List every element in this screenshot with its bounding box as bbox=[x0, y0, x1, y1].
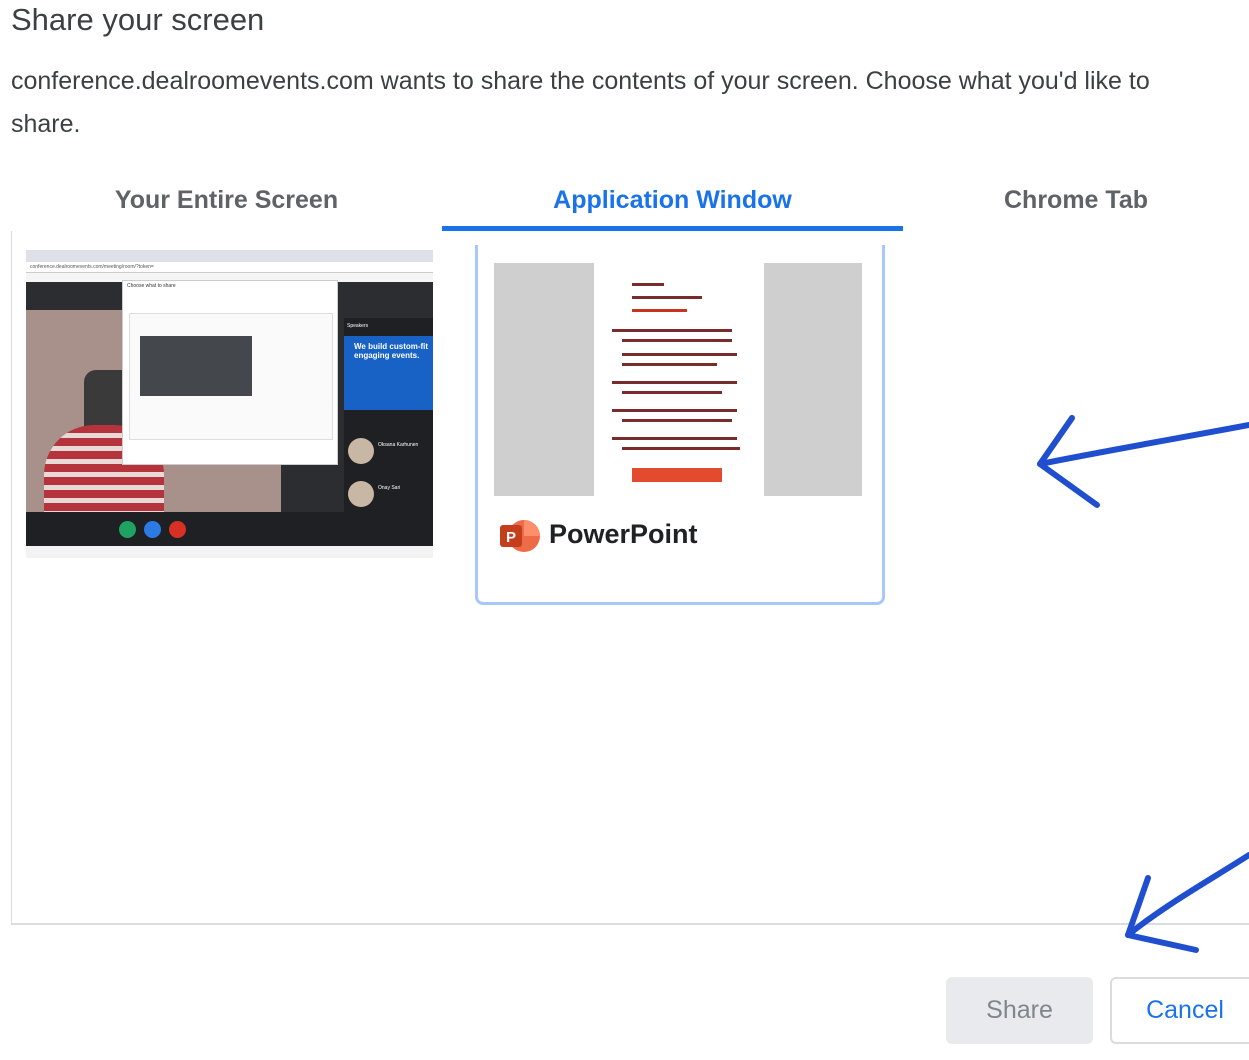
dialog-title: Share your screen bbox=[11, 2, 265, 37]
thumb-speaker-1: Oksana Karhunen bbox=[378, 442, 419, 448]
thumb-share-dialog: Choose what to share bbox=[122, 280, 338, 465]
thumb-speakers-label: Speakers bbox=[347, 323, 369, 329]
doc-line bbox=[632, 296, 702, 299]
thumb-address-text: conference.dealroomevents.com/meeting/ro… bbox=[30, 264, 154, 270]
tab-entire-screen[interactable]: Your Entire Screen bbox=[11, 170, 442, 230]
thumb-avatar-1 bbox=[348, 438, 374, 464]
doc-line bbox=[622, 339, 732, 342]
window-preview bbox=[494, 263, 862, 496]
window-app-name: PowerPoint bbox=[549, 519, 698, 549]
source-tabs: Your Entire Screen Application Window Ch… bbox=[0, 170, 1249, 233]
thumb-dialog-title: Choose what to share bbox=[127, 283, 176, 289]
doc-line bbox=[622, 419, 732, 422]
doc-line bbox=[612, 437, 737, 440]
doc-line bbox=[612, 329, 732, 332]
share-button[interactable]: Share bbox=[946, 977, 1093, 1044]
doc-line bbox=[622, 447, 740, 450]
doc-line bbox=[612, 381, 737, 384]
screen-thumbnail[interactable]: conference.dealroomevents.com/meeting/ro… bbox=[26, 250, 433, 558]
thumb-banner: We build custom-fit engaging events. bbox=[344, 336, 433, 410]
thumb-hangup-icon bbox=[169, 521, 186, 538]
thumb-banner-text: We build custom-fit engaging events. bbox=[354, 342, 429, 360]
svg-text:P: P bbox=[506, 529, 516, 546]
thumb-mic-icon bbox=[144, 521, 161, 538]
thumb-address-bar: conference.dealroomevents.com/meeting/ro… bbox=[26, 262, 433, 273]
thumb-camera-icon bbox=[119, 521, 136, 538]
doc-line bbox=[622, 391, 722, 394]
thumb-call-controls bbox=[26, 512, 433, 546]
thumb-dialog-content bbox=[129, 313, 333, 440]
doc-button bbox=[632, 468, 722, 482]
doc-line bbox=[612, 409, 737, 412]
dialog-description: conference.dealroomevents.com wants to s… bbox=[11, 67, 1150, 138]
powerpoint-icon: P bbox=[500, 520, 540, 552]
thumb-speaker-2: Onay Sari bbox=[378, 485, 401, 491]
thumb-mini-screen bbox=[140, 336, 252, 396]
doc-line bbox=[622, 353, 737, 356]
thumb-taskbar bbox=[26, 546, 433, 558]
doc-line bbox=[632, 283, 664, 286]
doc-line bbox=[632, 309, 687, 312]
thumb-browser-tabbar bbox=[26, 250, 433, 262]
window-preview-document bbox=[594, 263, 764, 496]
cancel-button[interactable]: Cancel bbox=[1110, 977, 1249, 1044]
doc-line bbox=[622, 363, 717, 366]
tab-chrome-tab[interactable]: Chrome Tab bbox=[903, 170, 1249, 230]
tab-application-window[interactable]: Application Window bbox=[442, 170, 903, 230]
thumb-avatar-2 bbox=[348, 481, 374, 507]
